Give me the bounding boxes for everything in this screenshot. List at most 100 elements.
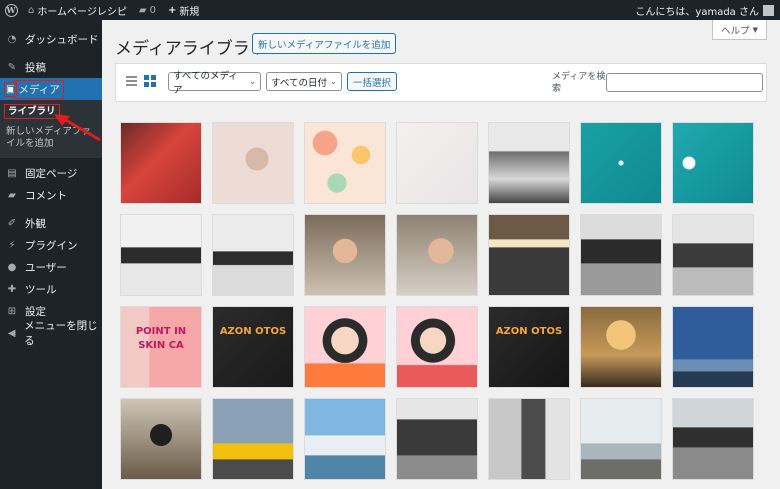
media-toolbar: すべてのメディア ⌄ すべての日付 ⌄ 一括選択 メディアを検索: [115, 63, 767, 102]
media-item-desk-keyboard-1[interactable]: [120, 214, 202, 296]
media-icon: ▣: [3, 81, 18, 97]
wrench-icon: ✚: [7, 283, 17, 295]
media-item-desk-keyboard-2[interactable]: [212, 214, 294, 296]
media-item-office-monitors[interactable]: [580, 214, 662, 296]
sidebar-item-plugins[interactable]: ⚡ プラグイン: [0, 234, 102, 256]
site-name-link[interactable]: ⌂ ホームページレシピ: [22, 0, 133, 20]
sidebar-item-label: 投稿: [25, 61, 46, 74]
home-icon: ⌂: [28, 4, 35, 16]
main-content: ヘルプ ▼ メディアライブラリ 新しいメディアファイルを追加 すべてのメディア …: [102, 20, 780, 489]
media-item-avatar-woman-tea[interactable]: [396, 306, 478, 388]
collapse-menu-button[interactable]: ◀ メニューを閉じる: [0, 320, 102, 347]
comment-bubble-icon: ▰: [138, 4, 147, 16]
plus-icon: +: [167, 4, 177, 16]
plugin-icon: ⚡: [8, 239, 16, 251]
comment-icon: ▰: [8, 189, 16, 201]
sidebar-item-dashboard[interactable]: ◔ ダッシュボード: [0, 28, 102, 50]
media-search-input[interactable]: [606, 73, 763, 92]
media-submenu: ライブラリ 新しいメディアファイルを追加: [0, 100, 102, 158]
new-content-link[interactable]: + 新規: [162, 0, 205, 20]
date-filter[interactable]: すべての日付 ⌄: [266, 72, 342, 91]
collapse-icon: ◀: [7, 327, 16, 339]
grid-view-icon[interactable]: [144, 75, 156, 87]
media-item-statue-liberty[interactable]: [672, 306, 754, 388]
new-label: 新規: [179, 6, 200, 18]
bulk-select-button[interactable]: 一括選択: [347, 72, 398, 91]
settings-icon: ⊞: [7, 305, 17, 317]
list-view-icon[interactable]: [126, 76, 137, 87]
media-item-office-bw[interactable]: [488, 122, 570, 204]
media-item-woman-laughing-1[interactable]: [304, 214, 386, 296]
chevron-down-icon: ⌄: [329, 77, 337, 86]
media-item-cafe-window[interactable]: [672, 398, 754, 480]
admin-sidebar: ◔ ダッシュボード ✎ 投稿 ▣ メディア ライブラリ 新しいメディアファイルを…: [0, 20, 102, 489]
sidebar-item-appearance[interactable]: ✐ 外観: [0, 212, 102, 234]
media-item-subway-bw[interactable]: [396, 398, 478, 480]
page-title: メディアライブラリ: [115, 39, 267, 59]
date-filter-value: すべての日付: [271, 77, 327, 89]
avatar: [763, 4, 774, 16]
sidebar-item-label: メディア: [14, 79, 64, 99]
wordpress-logo-icon[interactable]: W: [0, 0, 22, 20]
sidebar-item-label: プラグイン: [25, 239, 78, 252]
media-item-ocean-surfer-1[interactable]: [580, 122, 662, 204]
page-icon: ▤: [7, 167, 17, 179]
media-item-harbor-city[interactable]: [304, 398, 386, 480]
media-item-avatar-woman-glasses[interactable]: [304, 306, 386, 388]
media-item-street-taxis[interactable]: [212, 398, 294, 480]
sidebar-item-label: 固定ページ: [25, 167, 78, 180]
pin-icon: ✎: [7, 61, 17, 73]
media-item-text: AZON OTOS: [219, 326, 287, 337]
sidebar-item-tools[interactable]: ✚ ツール: [0, 278, 102, 300]
help-label: ヘルプ: [721, 25, 750, 37]
caret-down-icon: ▼: [752, 25, 758, 34]
media-item-misty-beach[interactable]: [580, 398, 662, 480]
submenu-item-library[interactable]: ライブラリ: [0, 104, 102, 120]
media-item-office-lights[interactable]: [488, 214, 570, 296]
media-item-text: POINT IN SKIN CA: [135, 326, 187, 351]
site-name: ホームページレシピ: [37, 6, 127, 18]
sidebar-item-posts[interactable]: ✎ 投稿: [0, 56, 102, 78]
media-type-value: すべてのメディア: [173, 70, 238, 96]
media-item-woman-laughing-2[interactable]: [396, 214, 478, 296]
brush-icon: ✐: [7, 217, 17, 229]
media-type-filter[interactable]: すべてのメディア ⌄: [168, 71, 261, 96]
account-menu[interactable]: こんにちは、yamada さん: [635, 3, 780, 18]
submenu-label: ライブラリ: [4, 104, 60, 119]
chevron-down-icon: ⌄: [249, 77, 256, 86]
media-item-amazon-photos-1[interactable]: AZON OTOS: [212, 306, 294, 388]
sidebar-item-label: ダッシュボード: [25, 33, 99, 46]
user-icon: ●: [7, 261, 17, 273]
sidebar-item-pages[interactable]: ▤ 固定ページ: [0, 162, 102, 184]
sidebar-item-label: 外観: [25, 217, 46, 230]
media-item-amazon-photos-2[interactable]: AZON OTOS: [488, 306, 570, 388]
media-item-office-monitors-bw[interactable]: [672, 214, 754, 296]
sidebar-item-label: ツール: [25, 283, 57, 296]
sidebar-item-label: ユーザー: [25, 261, 67, 274]
media-item-red-fish[interactable]: [120, 122, 202, 204]
sidebar-item-users[interactable]: ● ユーザー: [0, 256, 102, 278]
sidebar-item-label: メニューを閉じる: [24, 320, 98, 347]
add-new-media-button[interactable]: 新しいメディアファイルを追加: [252, 33, 397, 54]
sidebar-item-label: 設定: [25, 305, 46, 318]
comments-link[interactable]: ▰ 0: [133, 0, 162, 20]
media-item-hand-bottle[interactable]: [212, 122, 294, 204]
media-item-woman-window[interactable]: [488, 398, 570, 480]
submenu-item-add-new[interactable]: 新しいメディアファイルを追加: [0, 124, 102, 152]
sidebar-item-comments[interactable]: ▰ コメント: [0, 184, 102, 206]
dashboard-icon: ◔: [7, 33, 17, 45]
media-item-text: AZON OTOS: [495, 326, 563, 337]
media-item-photographer[interactable]: [120, 398, 202, 480]
media-item-light-texture[interactable]: [396, 122, 478, 204]
media-item-point-banner[interactable]: POINT IN SKIN CA: [120, 306, 202, 388]
search-label: メディアを検索: [552, 72, 606, 94]
sidebar-item-media[interactable]: ▣ メディア: [0, 78, 102, 100]
media-item-grand-central[interactable]: [580, 306, 662, 388]
sidebar-item-label: コメント: [25, 189, 67, 202]
comments-count: 0: [149, 4, 156, 16]
admin-bar: W ⌂ ホームページレシピ ▰ 0 + 新規 こんにちは、yamada さん: [0, 0, 780, 20]
help-tab-button[interactable]: ヘルプ ▼: [712, 20, 767, 40]
media-item-ocean-surfer-2[interactable]: [672, 122, 754, 204]
greeting-text: こんにちは、yamada さん: [635, 6, 759, 18]
media-item-flower-pattern[interactable]: [304, 122, 386, 204]
